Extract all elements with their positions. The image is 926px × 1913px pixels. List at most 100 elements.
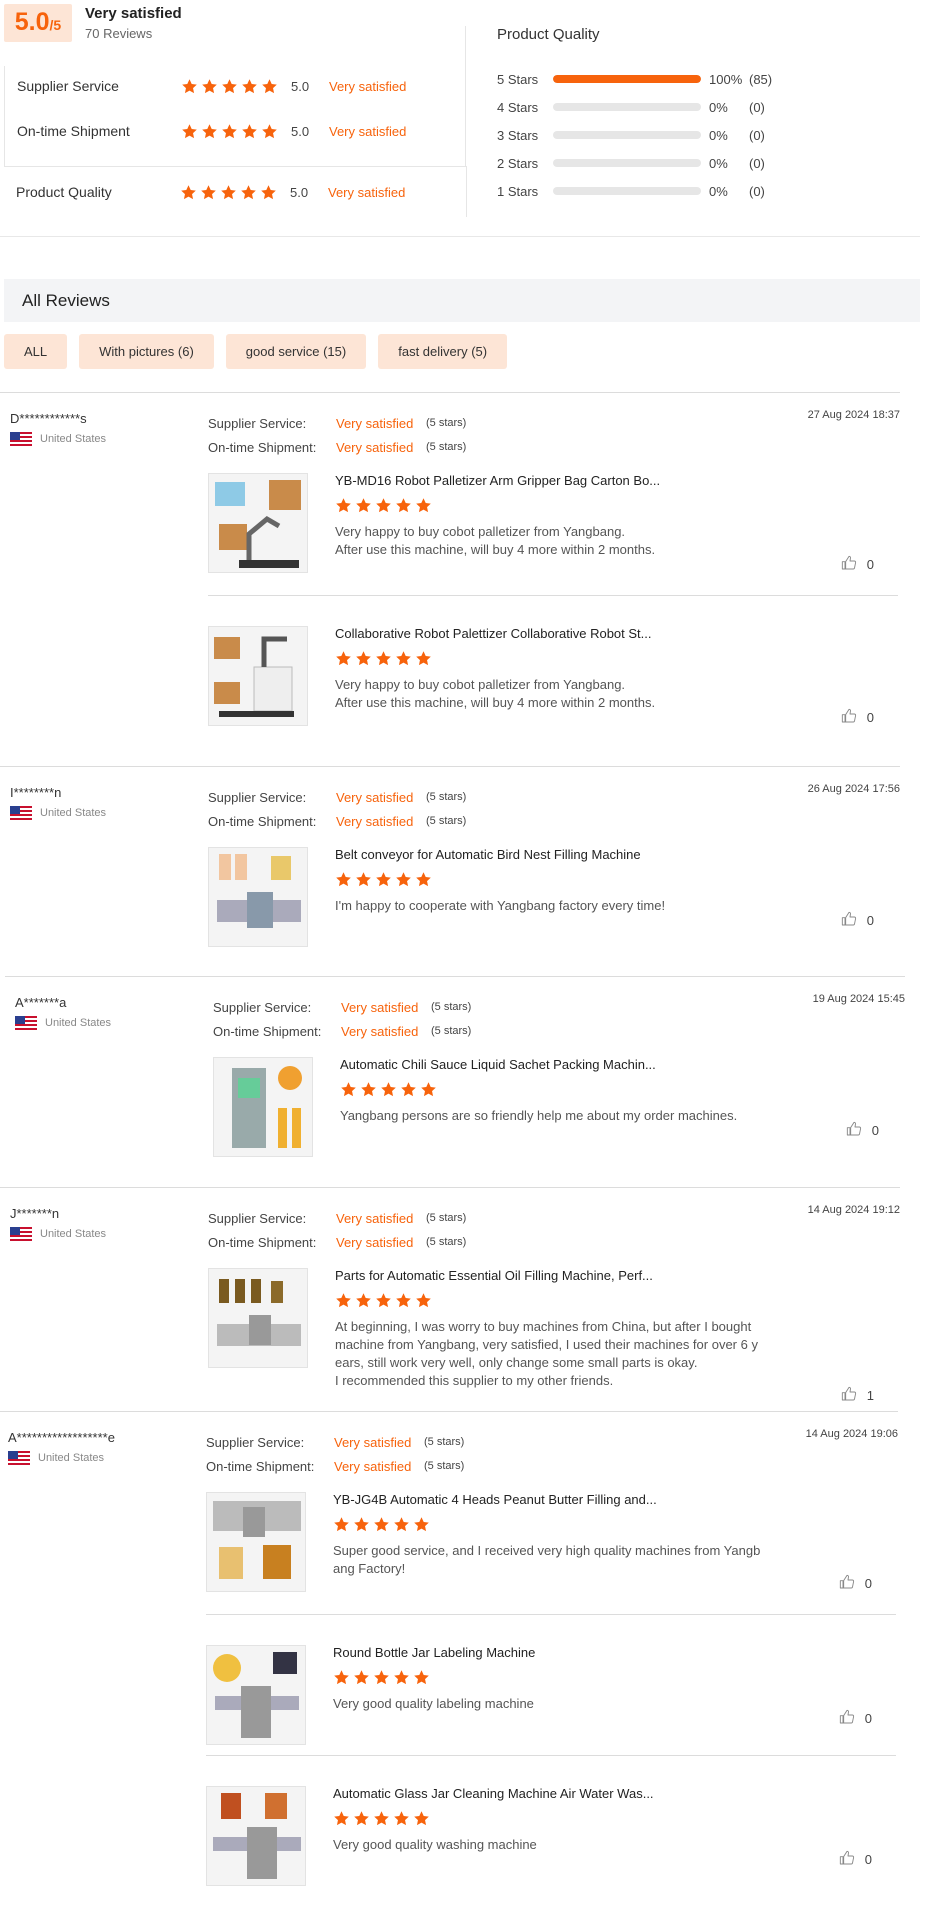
star-icon	[360, 1081, 377, 1098]
product-title-link[interactable]: Belt conveyor for Automatic Bird Nest Fi…	[335, 847, 641, 862]
metric-supplier-service[interactable]: Supplier Service 5.0 Very satisfied	[5, 66, 467, 106]
ontime-shipment-label: On-time Shipment:	[208, 813, 317, 829]
product-title-link[interactable]: Automatic Glass Jar Cleaning Machine Air…	[333, 1786, 654, 1801]
review-item: A******************e United States Supplie…	[0, 1411, 898, 1911]
product-title-link[interactable]: YB-JG4B Automatic 4 Heads Peanut Butter …	[333, 1492, 657, 1507]
product-title-link[interactable]: Round Bottle Jar Labeling Machine	[333, 1645, 535, 1660]
star-icon	[415, 1292, 432, 1309]
product-thumbnail[interactable]	[206, 1492, 306, 1592]
stars-note: (5 stars)	[426, 1212, 467, 1224]
star-icon	[340, 1081, 357, 1098]
review-date: 26 Aug 2024 17:56	[807, 783, 900, 795]
reviewer-country: United States	[10, 1227, 106, 1241]
star-icon	[355, 650, 372, 667]
product-thumbnail[interactable]	[208, 1268, 308, 1368]
review-date: 27 Aug 2024 18:37	[807, 409, 900, 421]
us-flag-icon	[15, 1016, 37, 1030]
review-date: 19 Aug 2024 15:45	[812, 993, 905, 1005]
star-icon	[355, 871, 372, 888]
supplier-service-value: Very satisfied	[336, 415, 414, 431]
reviewer-info: A******************e United States	[8, 1430, 115, 1465]
product-thumbnail[interactable]	[208, 847, 308, 947]
product-rating-stars	[340, 1081, 437, 1098]
reviewed-product: Automatic Glass Jar Cleaning Machine Air…	[206, 1755, 896, 1895]
like-button[interactable]: 0	[841, 708, 874, 727]
metric-label: On-time Shipment	[17, 123, 130, 139]
breakdown-percent: 0%	[709, 183, 728, 199]
metric-ontime-shipment[interactable]: On-time Shipment 5.0 Very satisfied	[5, 111, 467, 151]
like-button[interactable]: 0	[839, 1574, 872, 1593]
overall-score-unit: /5	[49, 17, 62, 33]
star-icon	[415, 497, 432, 514]
ontime-shipment-label: On-time Shipment:	[208, 439, 317, 455]
review-text-line: Very happy to buy cobot palletizer from …	[335, 677, 626, 692]
star-icon	[201, 78, 218, 95]
ontime-shipment-rating: On-time Shipment: Very satisfied (5 stars)	[213, 1019, 471, 1043]
product-title-link[interactable]: Automatic Chili Sauce Liquid Sachet Pack…	[340, 1057, 656, 1072]
reviewer-name: J*******n	[10, 1206, 60, 1221]
product-thumbnail[interactable]	[206, 1786, 306, 1886]
supplier-service-rating: Supplier Service: Very satisfied (5 stars)	[208, 411, 466, 435]
breakdown-bar	[553, 187, 701, 195]
filter-fast-delivery[interactable]: fast delivery (5)	[378, 334, 508, 369]
reviewer-name: D************s	[10, 411, 87, 426]
filter-all[interactable]: ALL	[4, 334, 68, 369]
supplier-service-label: Supplier Service:	[208, 789, 307, 805]
star-icon	[335, 497, 352, 514]
product-title-link[interactable]: Parts for Automatic Essential Oil Fillin…	[335, 1268, 653, 1283]
reviewer-info: D************s United States	[10, 411, 106, 446]
like-button[interactable]: 1	[841, 1386, 874, 1405]
ontime-shipment-value: Very satisfied	[336, 813, 414, 829]
product-thumbnail[interactable]	[208, 626, 308, 726]
breakdown-bar	[553, 75, 701, 83]
stars-note: (5 stars)	[426, 417, 467, 429]
star-icon	[335, 650, 352, 667]
breakdown-count: (0)	[749, 155, 765, 171]
product-title-link[interactable]: YB-MD16 Robot Palletizer Arm Gripper Bag…	[335, 473, 660, 488]
filter-with-pictures[interactable]: With pictures (6)	[79, 334, 214, 369]
stars-note: (5 stars)	[431, 1025, 472, 1037]
review-text-line: Very happy to buy cobot palletizer from …	[335, 524, 626, 539]
review-ratings: Supplier Service: Very satisfied (5 stars)…	[213, 995, 471, 1043]
star-icon	[393, 1516, 410, 1533]
us-flag-icon	[10, 432, 32, 446]
product-thumbnail[interactable]	[208, 473, 308, 573]
review-text-line: Very good quality washing machine	[333, 1837, 537, 1852]
metric-stars	[180, 184, 290, 201]
supplier-service-value: Very satisfied	[334, 1434, 412, 1450]
metric-product-quality[interactable]: Product Quality 5.0 Very satisfied	[4, 166, 467, 217]
like-button[interactable]: 0	[839, 1709, 872, 1728]
product-rating-stars	[333, 1516, 430, 1533]
star-icon	[395, 650, 412, 667]
product-rating-stars	[335, 1292, 432, 1309]
like-button[interactable]: 0	[846, 1121, 879, 1140]
supplier-service-value: Very satisfied	[341, 999, 419, 1015]
like-button[interactable]: 0	[839, 1850, 872, 1869]
star-icon	[355, 497, 372, 514]
breakdown-row: 2 Stars 0% (0)	[497, 149, 797, 177]
reviewer-country: United States	[10, 806, 106, 820]
review-text: Yangbang persons are so friendly help me…	[340, 1107, 790, 1125]
stars-note: (5 stars)	[424, 1460, 465, 1472]
star-icon	[413, 1810, 430, 1827]
overall-score-badge: 5.0 /5	[4, 4, 72, 42]
star-icon	[221, 78, 238, 95]
thumbs-up-icon	[841, 911, 857, 930]
reviewer-info: A*******a United States	[15, 995, 111, 1030]
filter-good-service[interactable]: good service (15)	[225, 334, 367, 369]
product-rating-stars	[333, 1669, 430, 1686]
like-button[interactable]: 0	[841, 911, 874, 930]
supplier-service-rating: Supplier Service: Very satisfied (5 stars)	[206, 1430, 464, 1454]
like-button[interactable]: 0	[841, 555, 874, 574]
product-title-link[interactable]: Collaborative Robot Palettizer Collabora…	[335, 626, 652, 641]
breakdown-bar	[553, 159, 701, 167]
reviewer-country: United States	[10, 432, 106, 446]
product-thumbnail[interactable]	[206, 1645, 306, 1745]
breakdown-count: (85)	[749, 71, 773, 87]
product-thumbnail[interactable]	[213, 1057, 313, 1157]
country-name: United States	[40, 1228, 107, 1240]
country-name: United States	[40, 807, 107, 819]
reviewed-product: Belt conveyor for Automatic Bird Nest Fi…	[208, 847, 898, 967]
star-icon	[395, 497, 412, 514]
rating-summary: 5.0 /5 Very satisfied 70 Reviews Supplie…	[0, 0, 920, 237]
